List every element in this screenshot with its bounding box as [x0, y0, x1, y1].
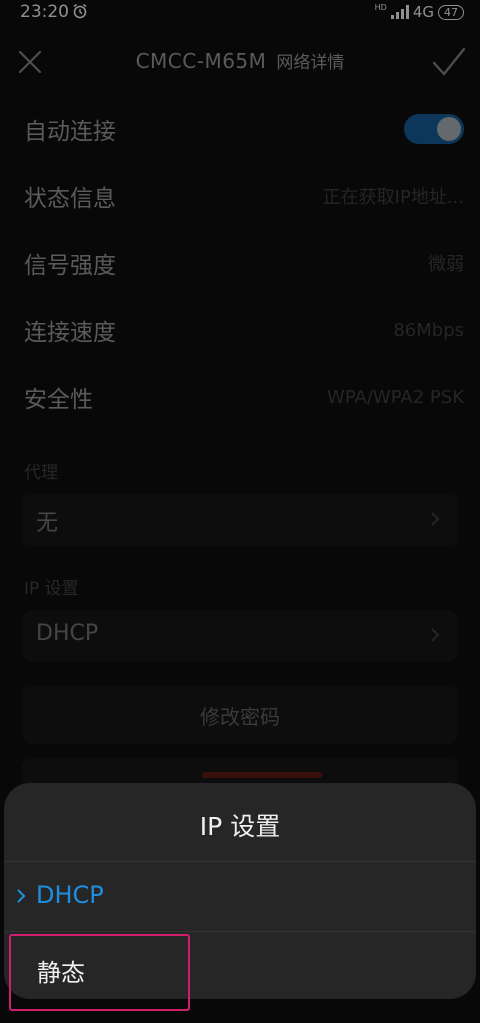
- chevron-right-icon: [17, 889, 26, 903]
- option-dhcp-label: DHCP: [36, 881, 104, 909]
- divider: [4, 931, 476, 932]
- sheet-title: IP 设置: [199, 812, 281, 841]
- highlight-box: [9, 934, 190, 1011]
- option-dhcp[interactable]: DHCP: [4, 863, 476, 931]
- divider: [4, 861, 476, 862]
